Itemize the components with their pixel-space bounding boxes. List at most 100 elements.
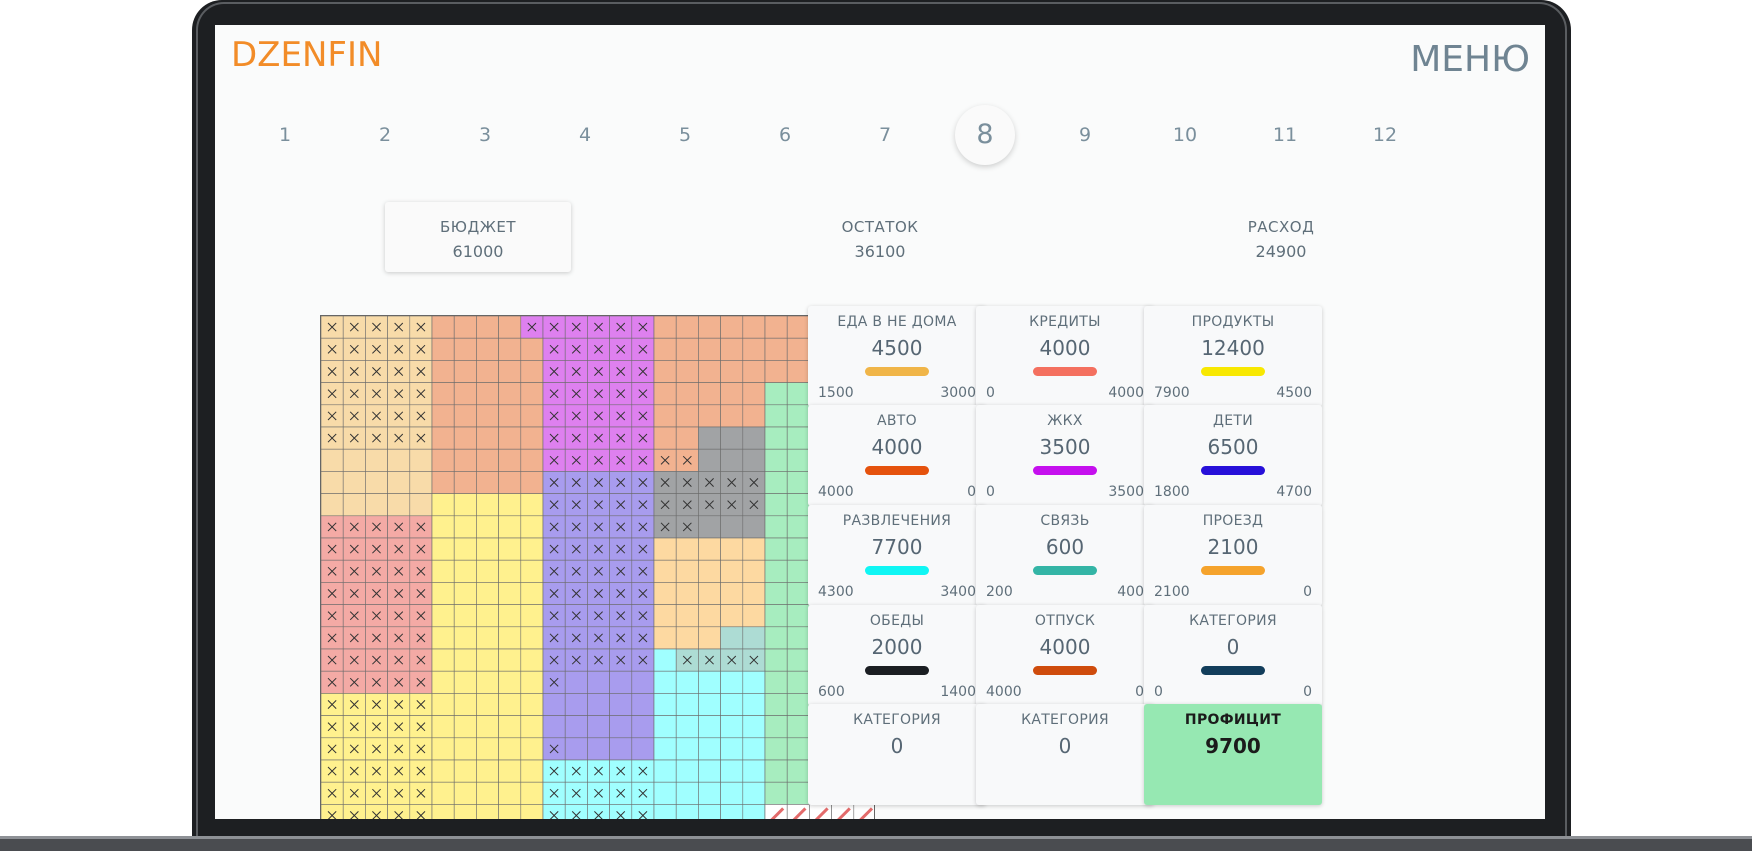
category-card[interactable]: ОТПУСК 4000 4000 0 [976, 605, 1154, 706]
grid-cell[interactable] [453, 360, 477, 383]
grid-cell[interactable] [764, 426, 788, 450]
grid-cell[interactable] [431, 582, 455, 605]
grid-cell[interactable] [431, 715, 455, 739]
grid-cell[interactable] [786, 382, 810, 406]
grid-cell[interactable] [653, 382, 677, 406]
grid-cell[interactable] [542, 715, 566, 739]
grid-cell[interactable] [431, 471, 455, 494]
grid-cell[interactable] [675, 316, 699, 339]
grid-cell[interactable] [786, 448, 810, 472]
grid-cell[interactable] [675, 337, 699, 361]
grid-cell[interactable] [520, 648, 544, 672]
grid-cell[interactable] [453, 648, 477, 672]
grid-cell[interactable] [720, 382, 744, 406]
grid-cell[interactable] [520, 493, 544, 517]
grid-cell[interactable] [720, 537, 744, 561]
grid-cell[interactable] [321, 804, 344, 819]
grid-cell[interactable] [342, 493, 366, 517]
grid-cell[interactable] [698, 316, 721, 339]
grid-cell[interactable] [409, 448, 433, 472]
grid-cell[interactable] [498, 515, 522, 539]
grid-cell[interactable] [742, 759, 766, 783]
grid-cell[interactable] [698, 737, 721, 761]
grid-cell[interactable] [786, 759, 810, 783]
grid-cell[interactable] [453, 693, 477, 716]
month-4[interactable]: 4 [555, 105, 615, 165]
grid-cell[interactable] [653, 426, 677, 450]
grid-cell[interactable] [720, 404, 744, 428]
grid-cell[interactable] [742, 693, 766, 716]
grid-cell[interactable] [520, 759, 544, 783]
grid-cell[interactable] [387, 804, 411, 819]
grid-cell[interactable] [764, 582, 788, 605]
grid-cell[interactable] [653, 648, 677, 672]
grid-cell[interactable] [520, 715, 544, 739]
grid-cell[interactable] [675, 404, 699, 428]
category-card[interactable]: КРЕДИТЫ 4000 0 4000 [976, 306, 1154, 407]
grid-cell[interactable] [476, 781, 499, 805]
grid-cell[interactable] [476, 471, 499, 494]
grid-cell[interactable] [742, 448, 766, 472]
grid-cell[interactable] [698, 448, 721, 472]
grid-cell[interactable] [365, 471, 388, 494]
grid-cell[interactable] [476, 582, 499, 605]
grid-cell[interactable] [564, 804, 588, 819]
grid-cell[interactable] [675, 737, 699, 761]
grid-cell[interactable] [764, 604, 788, 628]
grid-cell[interactable] [720, 426, 744, 450]
grid-cell[interactable] [476, 670, 499, 694]
grid-cell[interactable] [453, 382, 477, 406]
grid-cell[interactable] [786, 537, 810, 561]
category-card[interactable]: СВЯЗЬ 600 200 400 [976, 505, 1154, 606]
grid-cell[interactable] [653, 626, 677, 650]
grid-cell[interactable] [653, 604, 677, 628]
grid-cell[interactable] [720, 670, 744, 694]
grid-cell[interactable] [764, 360, 788, 383]
grid-cell[interactable] [698, 426, 721, 450]
grid-cell[interactable] [742, 515, 766, 539]
grid-cell[interactable] [520, 360, 544, 383]
grid-cell[interactable] [520, 559, 544, 583]
grid-cell[interactable] [453, 316, 477, 339]
grid-cell[interactable] [609, 693, 633, 716]
grid-cell[interactable] [453, 737, 477, 761]
grid-cell[interactable] [742, 360, 766, 383]
grid-cell[interactable] [675, 426, 699, 450]
grid-cell[interactable] [498, 670, 522, 694]
grid-cell[interactable] [587, 804, 610, 819]
grid-cell[interactable] [786, 582, 810, 605]
grid-cell[interactable] [387, 448, 411, 472]
grid-cell[interactable] [387, 493, 411, 517]
grid-cell[interactable] [453, 715, 477, 739]
grid-cell[interactable] [764, 537, 788, 561]
grid-cell[interactable] [742, 316, 766, 339]
grid-cell[interactable] [342, 804, 366, 819]
grid-cell[interactable] [764, 448, 788, 472]
month-11[interactable]: 11 [1255, 105, 1315, 165]
grid-cell[interactable] [764, 515, 788, 539]
grid-cell[interactable] [786, 515, 810, 539]
grid-cell[interactable] [742, 670, 766, 694]
grid-cell[interactable] [764, 316, 788, 339]
grid-cell[interactable] [520, 337, 544, 361]
grid-cell[interactable] [476, 759, 499, 783]
grid-cell[interactable] [742, 626, 766, 650]
grid-cell[interactable] [587, 693, 610, 716]
grid-cell[interactable] [342, 448, 366, 472]
grid-cell[interactable] [675, 670, 699, 694]
grid-cell[interactable] [742, 559, 766, 583]
grid-cell[interactable] [698, 559, 721, 583]
grid-cell[interactable] [720, 604, 744, 628]
grid-cell[interactable] [498, 604, 522, 628]
grid-cell[interactable] [764, 471, 788, 494]
grid-cell[interactable] [431, 693, 455, 716]
grid-cell[interactable] [453, 537, 477, 561]
grid-cell[interactable] [631, 804, 655, 819]
grid-cell[interactable] [675, 559, 699, 583]
category-card[interactable]: ЖКХ 3500 0 3500 [976, 405, 1154, 506]
grid-cell[interactable] [453, 781, 477, 805]
expense-tab[interactable]: РАСХОД 24900 [1188, 202, 1374, 272]
grid-cell[interactable] [476, 693, 499, 716]
grid-cell[interactable] [409, 471, 433, 494]
grid-cell[interactable] [675, 759, 699, 783]
